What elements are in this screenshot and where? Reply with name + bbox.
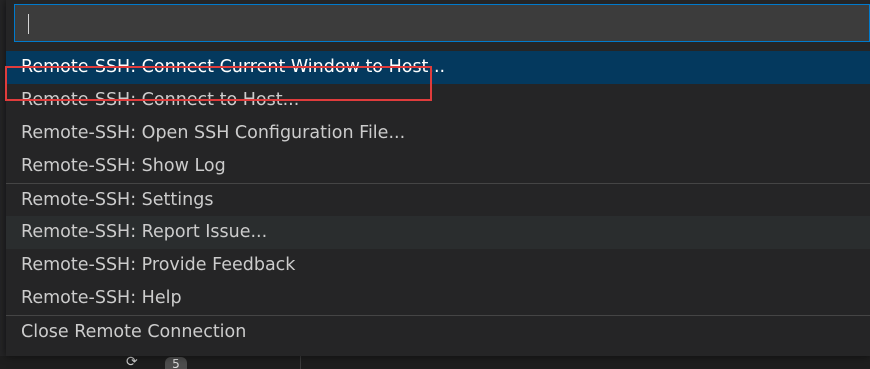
command-help[interactable]: Remote-SSH: Help (6, 282, 870, 315)
command-show-log[interactable]: Remote-SSH: Show Log (6, 150, 870, 183)
command-close-remote-connection[interactable]: Close Remote Connection (6, 315, 870, 348)
command-provide-feedback[interactable]: Remote-SSH: Provide Feedback (6, 249, 870, 282)
panel-divider (300, 356, 301, 369)
command-report-issue[interactable]: Remote-SSH: Report Issue... (6, 216, 870, 249)
command-palette: Remote-SSH: Connect Current Window to Ho… (6, 0, 870, 356)
command-palette-input-wrapper[interactable] (14, 4, 870, 42)
command-palette-input[interactable] (15, 5, 869, 41)
command-settings[interactable]: Remote-SSH: Settings (6, 183, 870, 216)
sync-icon[interactable]: ⟳ (126, 355, 146, 369)
command-open-ssh-config[interactable]: Remote-SSH: Open SSH Configuration File.… (6, 117, 870, 150)
command-connect-to-host[interactable]: Remote-SSH: Connect to Host... (6, 84, 870, 117)
text-caret (28, 14, 29, 34)
count-badge: 5 (165, 357, 187, 369)
command-connect-current-window[interactable]: Remote-SSH: Connect Current Window to Ho… (6, 51, 870, 84)
vscode-window: ⟳ 5 Remote-SSH: Connect Current Window t… (0, 0, 870, 369)
command-list: Remote-SSH: Connect Current Window to Ho… (6, 51, 870, 348)
